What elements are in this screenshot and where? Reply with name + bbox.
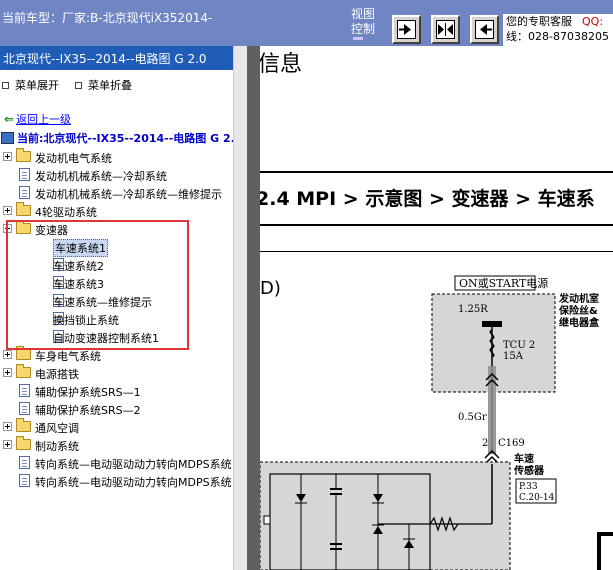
tree-item-label[interactable]: 车身电气系统 [35,348,101,364]
customer-support-box: 您的专职客服 QQ: 线：028-87038205 [503,14,613,46]
sensor-label-1: 车速 [514,452,534,465]
document-icon [19,456,30,469]
tree-folder-item[interactable]: 电源搭铁 [0,364,247,382]
fuse-box-label-2: 保险丝& [558,304,598,317]
document-view: 信息 2.4 MPI > 示意图 > 变速器 > 车速系 D) ON或START… [260,46,613,570]
view-both-button[interactable] [431,15,460,44]
tree-item-label[interactable]: 发动机机械系统—冷却系统 [35,168,167,184]
computer-icon [1,132,14,144]
tree-folder-item[interactable]: 通风空调 [0,418,247,436]
arrows-inward-icon [436,20,455,39]
tree-folder-item[interactable]: 制动系统 [0,436,247,454]
fuse-rating: 15A [503,351,524,362]
document-icon [19,186,30,199]
collapse-box-icon [75,81,82,89]
fuse-box-label-1: 发动机室 [558,292,599,305]
current-model-title: 当前车型：厂家:B-北京现代iX352014- [2,11,213,25]
expand-plus-icon[interactable] [3,206,12,215]
expand-plus-icon[interactable] [3,440,12,449]
qq-link[interactable]: QQ: [582,15,603,28]
back-link[interactable]: ⇐ 返回上一级 [4,111,71,127]
view-right-button[interactable] [392,15,421,44]
expand-box-icon [2,81,9,89]
folder-icon [16,364,31,378]
expand-plus-icon[interactable] [3,422,12,431]
tree-item-label[interactable]: 辅助保护系统SRS—2 [35,402,141,418]
sidebar: 北京现代--IX35--2014--电路图 G 2.0 菜单展开 菜单折叠 ⇐ 返… [0,46,247,570]
arrow-right-icon [397,20,416,39]
tree-doc-item[interactable]: 发动机机械系统—冷却系统—维修提示 [0,184,247,202]
back-arrow-icon: ⇐ [4,112,15,126]
expand-plus-icon[interactable] [3,152,12,161]
folder-icon [16,148,31,162]
menu-expand-button[interactable]: 菜单展开 [2,77,59,93]
folder-icon [16,346,31,360]
tree-item-label[interactable]: 发动机机械系统—冷却系统—维修提示 [35,186,222,202]
document-icon [19,402,30,415]
menu-collapse-button[interactable]: 菜单折叠 [75,77,132,93]
sensor-label-2: 传感器 [513,464,545,477]
fuse-box-label-3: 继电器盒 [559,316,600,329]
fuse-terminal [482,321,502,327]
ref-1: P.33 [519,482,538,492]
document-icon [19,384,30,397]
tree-doc-item[interactable]: 转向系统—电动驱动动力转向MDPS系统 [0,472,247,490]
folder-icon [16,418,31,432]
tree-folder-item[interactable]: 发动机电气系统 [0,148,247,166]
tree-doc-item[interactable]: 转向系统—电动驱动动力转向MDPS系统 [0,454,247,472]
tree-item-label[interactable]: 制动系统 [35,438,79,454]
fuse-name: TCU 2 [503,340,535,351]
highlight-box [6,220,189,350]
expand-plus-icon[interactable] [3,350,12,359]
current-node: 当前:北京现代--IX35--2014--电路图 G 2.0 [1,130,242,146]
tree-item-label[interactable]: 电源搭铁 [35,366,79,382]
pane-splitter[interactable] [247,46,260,570]
tree-item-label[interactable]: 通风空调 [35,420,79,436]
power-label: ON或START电源 [459,276,548,290]
document-icon [19,474,30,487]
tree-doc-item[interactable]: 辅助保护系统SRS—1 [0,382,247,400]
wire-label-1: 1.25R [458,304,488,315]
arrow-left-icon [475,20,494,39]
ref-2: C.20-14 [519,493,555,503]
wiring-diagram: ON或START电源 1.25R TCU 2 15A 发动机室 保险丝& 继电器… [260,275,613,570]
view-left-button[interactable] [470,15,499,44]
connector-id: C169 [498,438,525,449]
tree-doc-item[interactable]: 辅助保护系统SRS—2 [0,400,247,418]
tree-item-label[interactable]: 辅助保护系统SRS—1 [35,384,141,400]
expand-plus-icon[interactable] [3,368,12,377]
tree-item-label[interactable]: 转向系统—电动驱动动力转向MDPS系统 [35,474,232,490]
top-bar: 当前车型：厂家:B-北京现代iX352014- 视图 控制 您的专职客服 QQ: … [0,0,613,46]
view-control-label: 视图 控制 [351,7,375,40]
tree-item-label[interactable]: 4轮驱动系统 [35,204,97,220]
folder-icon [16,436,31,450]
sidebar-header: 北京现代--IX35--2014--电路图 G 2.0 [0,46,247,70]
sidebar-scrollbar[interactable] [233,46,247,570]
sensor-block [260,461,511,570]
document-icon [19,168,30,181]
connector-pin: 2 [482,438,488,449]
tree-item-label[interactable]: 发动机电气系统 [35,150,112,166]
tree-doc-item[interactable]: 发动机机械系统—冷却系统 [0,166,247,184]
folder-icon [16,202,31,216]
tree-folder-item[interactable]: 4轮驱动系统 [0,202,247,220]
wire-label-2: 0.5Gr [458,412,487,423]
tree-item-label[interactable]: 转向系统—电动驱动动力转向MDPS系统 [35,456,232,472]
